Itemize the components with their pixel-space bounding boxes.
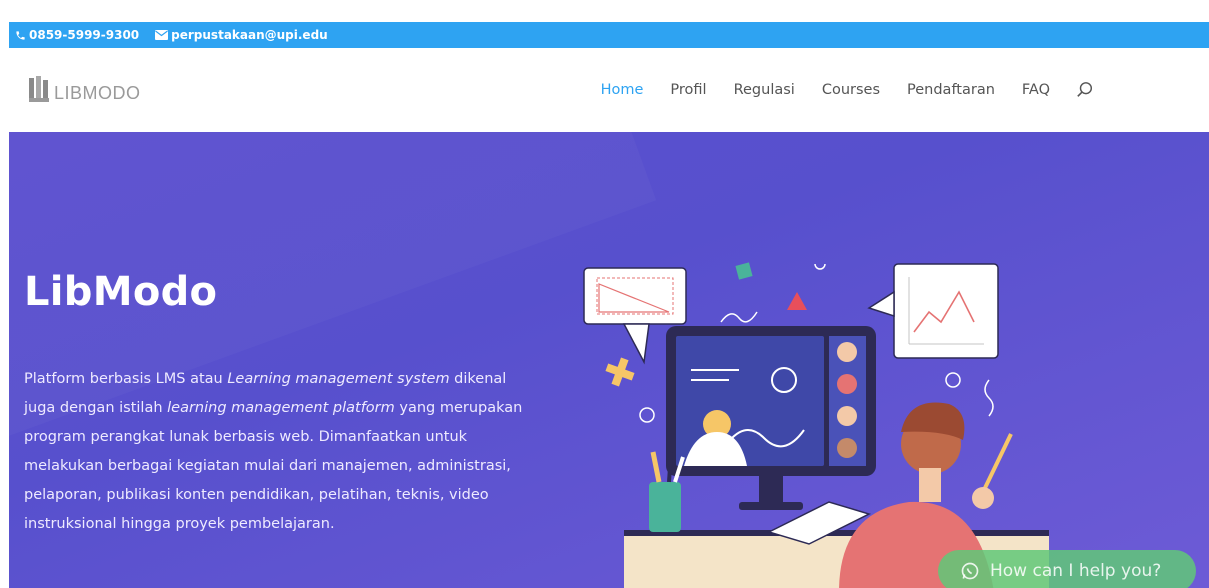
online-learning-illustration: [583, 262, 1049, 588]
green-diamond-shape: [735, 262, 753, 280]
nav-courses[interactable]: Courses: [822, 82, 880, 98]
red-triangle-shape: [787, 292, 807, 310]
hero-text-italic: learning management platform: [167, 400, 395, 416]
squiggle-shape: [720, 311, 758, 323]
page-frame: 0859-5999-9300 perpustakaan@upi.edu LIBM…: [9, 22, 1209, 588]
nav-home[interactable]: Home: [601, 82, 644, 98]
hero-description: Platform berbasis LMS atau Learning mana…: [24, 365, 534, 539]
hero-text-part: Platform berbasis LMS atau: [24, 371, 228, 387]
hero-text-italic: Learning management system: [227, 371, 450, 387]
phone-icon: [16, 30, 25, 40]
search-button[interactable]: [1076, 81, 1094, 99]
speech-bubble-right: [867, 263, 999, 359]
site-logo[interactable]: LIBMODO: [27, 66, 141, 106]
top-bar: 0859-5999-9300 perpustakaan@upi.edu: [9, 22, 1209, 48]
hero-text-part: yang merupakan program perangkat lunak b…: [24, 400, 523, 532]
circle-shape-right: [945, 372, 961, 388]
whatsapp-chat-button[interactable]: How can I help you?: [938, 550, 1196, 588]
main-nav: Home Profil Regulasi Courses Pendaftaran…: [574, 48, 1094, 132]
chat-button-label: How can I help you?: [990, 561, 1162, 581]
nav-profil[interactable]: Profil: [670, 82, 706, 98]
search-icon: [1077, 82, 1093, 97]
whatsapp-icon: [961, 562, 979, 580]
nav-regulasi[interactable]: Regulasi: [734, 82, 795, 98]
hero-section: LibModo Platform berbasis LMS atau Learn…: [9, 132, 1209, 588]
libmodo-logo-mark: [29, 76, 49, 102]
hero-title: LibModo: [24, 269, 218, 315]
phone-number: 0859-5999-9300: [29, 28, 140, 42]
nav-pendaftaran[interactable]: Pendaftaran: [907, 82, 995, 98]
email-address: perpustakaan@upi.edu: [171, 28, 328, 42]
plus-shape: [605, 357, 635, 387]
envelope-icon: [155, 30, 169, 40]
logo-text: LIBMODO: [54, 83, 141, 103]
computer-monitor: [666, 326, 876, 510]
email-contact[interactable]: perpustakaan@upi.edu: [155, 28, 328, 42]
circle-shape: [639, 407, 655, 423]
phone-contact[interactable]: 0859-5999-9300: [15, 28, 139, 42]
site-header: LIBMODO Home Profil Regulasi Courses Pen…: [9, 48, 1209, 132]
nav-faq[interactable]: FAQ: [1022, 82, 1050, 98]
arc-shape: [814, 263, 826, 270]
squiggle-shape-right: [984, 379, 994, 417]
